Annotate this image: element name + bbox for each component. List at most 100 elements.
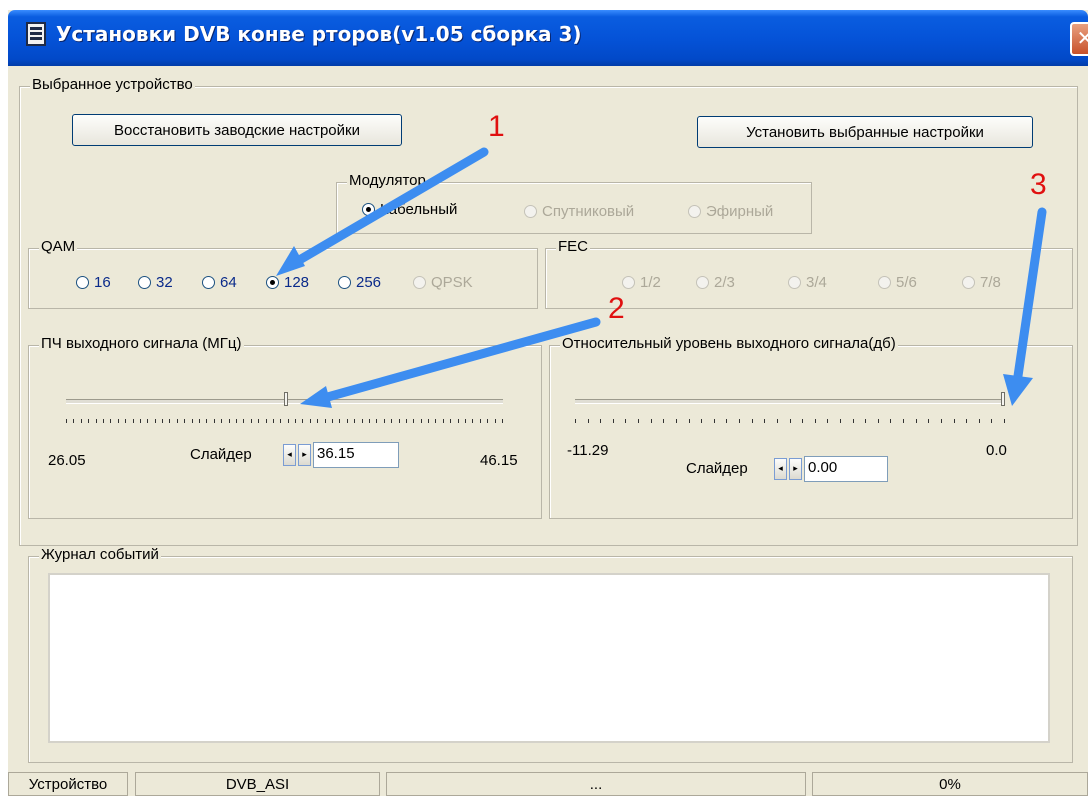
slider-tick: [777, 419, 778, 423]
if-frequency-group: ПЧ выходного сигнала (МГц): [28, 335, 542, 519]
qam-option-256[interactable]: 256: [338, 274, 381, 291]
slider-tick: [81, 419, 82, 423]
slider-tick: [229, 419, 230, 423]
slider-tick: [941, 419, 942, 423]
slider-tick: [155, 419, 156, 423]
slider-tick: [480, 419, 481, 423]
slider-tick: [714, 419, 715, 423]
slider-tick: [954, 419, 955, 423]
fec-option-7-8[interactable]: 7/8: [962, 274, 1001, 291]
slider-tick: [903, 419, 904, 423]
slider-tick: [878, 419, 879, 423]
slider-tick: [802, 419, 803, 423]
if-frequency-max-label: 46.15: [480, 452, 518, 469]
slider-tick: [853, 419, 854, 423]
slider-tick: [73, 419, 74, 423]
qam-option-16[interactable]: 16: [76, 274, 111, 291]
slider-tick: [110, 419, 111, 423]
output-level-decrement-button[interactable]: ◂: [774, 458, 787, 480]
if-frequency-slider-thumb[interactable]: [284, 392, 288, 406]
slider-tick: [199, 419, 200, 423]
slider-tick: [790, 419, 791, 423]
output-level-slider-track[interactable]: [575, 399, 1005, 404]
slider-tick: [332, 419, 333, 423]
if-frequency-decrement-button[interactable]: ◂: [283, 444, 296, 466]
slider-tick: [302, 419, 303, 423]
title-bar[interactable]: Установки DVB конве рторов(v1.05 сборка …: [8, 10, 1088, 66]
slider-tick: [243, 419, 244, 423]
event-log-list[interactable]: [48, 573, 1050, 743]
radio-indicator: [266, 276, 279, 289]
output-level-max-label: 0.0: [986, 442, 1007, 459]
slider-tick: [325, 419, 326, 423]
close-button[interactable]: ✕: [1070, 22, 1088, 56]
slider-tick: [588, 419, 589, 423]
slider-tick: [339, 419, 340, 423]
output-level-slider-thumb[interactable]: [1001, 392, 1005, 406]
slider-tick: [502, 419, 503, 423]
slider-tick: [317, 419, 318, 423]
slider-tick: [192, 419, 193, 423]
output-level-legend: Относительный уровень выходного сигнала(…: [560, 335, 898, 352]
qam-option-32[interactable]: 32: [138, 274, 173, 291]
slider-tick: [206, 419, 207, 423]
fec-option-1-2[interactable]: 1/2: [622, 274, 661, 291]
app-icon: [26, 22, 46, 46]
annotation-number-2: 2: [608, 292, 625, 325]
qam-option-128[interactable]: 128: [266, 274, 309, 291]
status-progress: 0%: [812, 772, 1088, 796]
output-level-min-label: -11.29: [567, 442, 609, 459]
slider-tick: [966, 419, 967, 423]
slider-tick: [435, 419, 436, 423]
slider-tick: [354, 419, 355, 423]
output-level-increment-button[interactable]: ▸: [789, 458, 802, 480]
slider-tick: [347, 419, 348, 423]
fec-option-3-4[interactable]: 3/4: [788, 274, 827, 291]
restore-defaults-button[interactable]: Восстановить заводские настройки: [72, 114, 402, 146]
annotation-number-3: 3: [1030, 168, 1047, 201]
slider-tick: [916, 419, 917, 423]
slider-tick: [118, 419, 119, 423]
slider-tick: [428, 419, 429, 423]
modulator-option-satellite[interactable]: Спутниковый: [524, 203, 634, 220]
qam-option-qpsk[interactable]: QPSK: [413, 274, 473, 291]
slider-tick: [369, 419, 370, 423]
slider-tick: [258, 419, 259, 423]
slider-tick: [421, 419, 422, 423]
slider-tick: [465, 419, 466, 423]
slider-tick: [865, 419, 866, 423]
radio-indicator: [76, 276, 89, 289]
slider-tick: [651, 419, 652, 423]
radio-indicator: [338, 276, 351, 289]
modulator-option-cable[interactable]: Кабельный: [362, 201, 457, 218]
status-device-value: DVB_ASI: [135, 772, 380, 796]
slider-tick: [827, 419, 828, 423]
slider-tick: [613, 419, 614, 423]
fec-option-2-3[interactable]: 2/3: [696, 274, 735, 291]
radio-indicator: [878, 276, 891, 289]
slider-tick: [495, 419, 496, 423]
slider-tick: [600, 419, 601, 423]
radio-indicator: [202, 276, 215, 289]
qam-legend: QAM: [39, 238, 78, 255]
slider-tick: [928, 419, 929, 423]
slider-tick: [443, 419, 444, 423]
if-frequency-slider-ticks: [66, 419, 503, 423]
slider-tick: [391, 419, 392, 423]
slider-tick: [162, 419, 163, 423]
slider-tick: [273, 419, 274, 423]
slider-tick: [295, 419, 296, 423]
modulator-option-terrestrial[interactable]: Эфирный: [688, 203, 773, 220]
if-frequency-input[interactable]: 36.15: [313, 442, 399, 468]
output-level-input[interactable]: 0.00: [804, 456, 888, 482]
radio-indicator: [962, 276, 975, 289]
event-log-legend: Журнал событий: [39, 546, 161, 563]
qam-option-64[interactable]: 64: [202, 274, 237, 291]
slider-tick: [266, 419, 267, 423]
fec-option-5-6[interactable]: 5/6: [878, 274, 917, 291]
radio-indicator: [524, 205, 537, 218]
apply-settings-button[interactable]: Установить выбранные настройки: [697, 116, 1033, 148]
if-frequency-increment-button[interactable]: ▸: [298, 444, 311, 466]
slider-tick: [663, 419, 664, 423]
slider-tick: [376, 419, 377, 423]
